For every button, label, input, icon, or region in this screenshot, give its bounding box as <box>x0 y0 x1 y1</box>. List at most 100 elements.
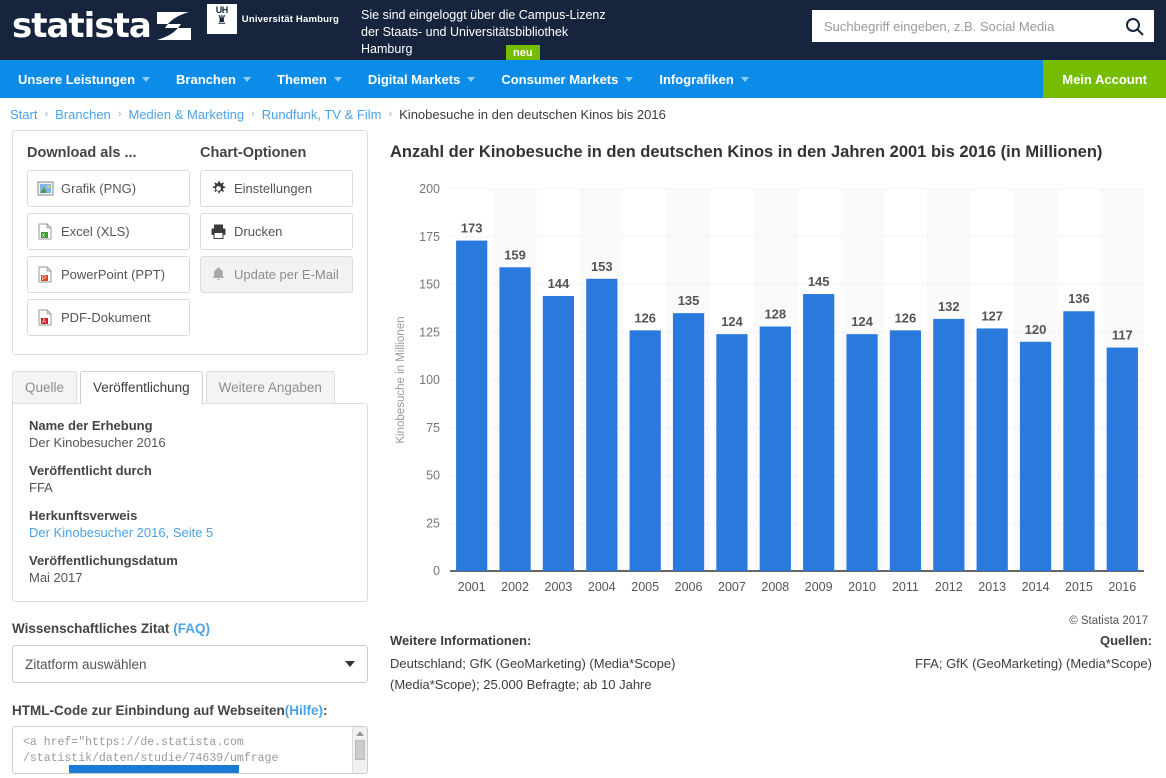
meta-label-1: Veröffentlicht durch <box>29 463 152 478</box>
settings-label: Einstellungen <box>234 181 313 196</box>
scroll-up-arrow-icon[interactable] <box>356 731 364 736</box>
citation-format-value: Zitatform auswählen <box>25 656 147 672</box>
citation-faq-link[interactable]: (FAQ) <box>173 621 210 636</box>
breadcrumb-item-1[interactable]: Branchen <box>55 107 111 122</box>
nav-label-1: Branchen <box>176 71 236 87</box>
settings-button[interactable]: Einstellungen <box>200 170 353 207</box>
campus-message-line-2: der Staats- und Universitätsbibliothek <box>361 25 569 39</box>
bar-2008[interactable] <box>759 326 791 571</box>
nav-item-1[interactable]: Branchen <box>163 60 264 98</box>
additional-information: Weitere Informationen: Deutschland; GfK … <box>390 633 771 695</box>
excel-file-icon: x <box>37 223 54 240</box>
download-png-button[interactable]: Grafik (PNG) <box>27 170 190 207</box>
search-input[interactable] <box>822 17 1125 35</box>
breadcrumb-item-0[interactable]: Start <box>10 107 37 122</box>
source-reference-link[interactable]: Der Kinobesucher 2016, Seite 5 <box>29 525 213 540</box>
bar-2001[interactable] <box>456 240 488 571</box>
top-header-bar: statista UH ♜ Universität Hamburg Sie si… <box>0 0 1166 61</box>
bar-2013[interactable] <box>976 328 1008 571</box>
embed-code-textarea[interactable]: <a href="https://de.statista.com /statis… <box>12 726 368 774</box>
y-axis-tick-label: 25 <box>426 516 440 530</box>
embed-code-line-1: <a href="https://de.statista.com <box>23 736 244 749</box>
svg-text:x: x <box>42 233 45 239</box>
y-axis-tick-label: 75 <box>426 421 440 435</box>
download-pdf-label: PDF-Dokument <box>61 310 151 325</box>
search-icon[interactable] <box>1125 17 1144 36</box>
printer-icon <box>210 223 227 240</box>
campus-license-message: Sie sind eingeloggt über die Campus-Lize… <box>361 7 606 58</box>
bar-2006[interactable] <box>672 313 705 571</box>
bar-2014[interactable] <box>1019 341 1052 571</box>
bar-2003[interactable] <box>542 295 575 571</box>
chevron-down-icon <box>142 76 151 82</box>
bar-2007[interactable] <box>716 334 748 571</box>
scrollbar-thumb[interactable] <box>355 740 365 760</box>
bar-2015[interactable] <box>1063 311 1095 571</box>
meta-value-2: Der Kinobesucher 2016, Seite 5 <box>29 525 351 540</box>
nav-label-2: Themen <box>277 71 327 87</box>
citation-format-select[interactable]: Zitatform auswählen <box>12 645 368 683</box>
chart-content: Anzahl der Kinobesuche in den deutschen … <box>380 130 1166 695</box>
embed-scrollbar[interactable] <box>352 727 367 773</box>
tab-weitere-angaben[interactable]: Weitere Angaben <box>205 371 335 403</box>
powerpoint-file-icon: P <box>37 266 54 283</box>
uhh-crest-icon: UH ♜ <box>206 4 237 34</box>
email-update-button[interactable]: Update per E-Mail <box>200 256 353 293</box>
bar-2009[interactable] <box>803 294 835 571</box>
x-axis-tick-label: 2006 <box>675 580 703 594</box>
download-pdf-button[interactable]: A PDF-Dokument <box>27 299 190 336</box>
breadcrumb-item-3[interactable]: Rundfunk, TV & Film <box>262 107 382 122</box>
sources-line-1: FFA; GfK (GeoMarketing) (Media*Scope) <box>915 656 1152 671</box>
download-ppt-label: PowerPoint (PPT) <box>61 267 166 282</box>
bar-value-label: 173 <box>461 221 483 236</box>
email-update-label: Update per E-Mail <box>234 267 339 282</box>
bell-icon <box>210 266 227 283</box>
breadcrumb-item-2[interactable]: Medien & Marketing <box>128 107 244 122</box>
bar-2004[interactable] <box>586 278 618 571</box>
tab-quelle[interactable]: Quelle <box>12 371 78 403</box>
download-ppt-button[interactable]: P PowerPoint (PPT) <box>27 256 190 293</box>
x-axis-tick-label: 2004 <box>588 580 616 594</box>
bar-2012[interactable] <box>933 318 965 571</box>
additional-information-line-1: Deutschland; GfK (GeoMarketing) (Media*S… <box>390 656 676 671</box>
nav-item-2[interactable]: Themen <box>264 60 355 98</box>
my-account-button[interactable]: Mein Account <box>1043 60 1166 98</box>
search-box[interactable] <box>812 10 1154 42</box>
bar-2005[interactable] <box>629 330 661 571</box>
statista-swoosh-icon <box>155 10 193 42</box>
download-xls-button[interactable]: x Excel (XLS) <box>27 213 190 250</box>
y-axis-tick-label: 150 <box>419 278 440 292</box>
svg-text:A: A <box>42 319 46 325</box>
chart-title: Anzahl der Kinobesuche in den deutschen … <box>390 143 1103 161</box>
nav-item-5[interactable]: Infografiken <box>646 60 761 98</box>
bar-chart[interactable]: 0 25 50 75 100 125 150 175 200 Kinobesuche in Mil… <box>390 177 1150 607</box>
sources-heading: Quellen: <box>1099 633 1152 648</box>
x-axis-tick-label: 2002 <box>501 580 529 594</box>
y-axis-tick-label: 50 <box>426 469 440 483</box>
bar-value-label: 132 <box>938 299 960 314</box>
bar-2011[interactable] <box>889 330 922 571</box>
nav-label-3: Digital Markets <box>367 71 461 87</box>
embed-help-link[interactable]: (Hilfe) <box>285 703 323 718</box>
nav-item-3[interactable]: Digital Markets <box>355 60 488 98</box>
nav-item-0[interactable]: Unsere Leistungen <box>0 60 163 98</box>
print-button[interactable]: Drucken <box>200 213 353 250</box>
bar-2002[interactable] <box>499 267 531 571</box>
x-axis-tick-label: 2009 <box>805 580 833 594</box>
meta-value-3: Mai 2017 <box>29 570 83 585</box>
bar-2010[interactable] <box>846 334 878 571</box>
chevron-down-icon <box>467 76 476 82</box>
x-axis-tick-label: 2012 <box>935 580 963 594</box>
chevron-down-icon <box>740 76 749 82</box>
download-column: Download als ... Grafik (PNG) x Excel (X… <box>27 145 190 342</box>
nav-item-4[interactable]: Consumer Markets <box>488 60 646 98</box>
citation-section: Wissenschaftliches Zitat (FAQ) Zitatform… <box>12 621 368 683</box>
statista-logo[interactable]: statista <box>0 0 193 43</box>
additional-information-line-2: (Media*Scope); 25.000 Befragte; ab 10 Ja… <box>390 677 652 692</box>
bar-2016[interactable] <box>1106 347 1138 571</box>
nav-label-4: Consumer Markets <box>501 71 619 87</box>
bar-value-label: 128 <box>764 307 786 322</box>
tab-veroeffentlichung[interactable]: Veröffentlichung <box>80 371 203 404</box>
y-axis-title: Kinobesuche in Millionen <box>395 316 407 443</box>
embed-code-selection-highlight <box>69 765 239 773</box>
